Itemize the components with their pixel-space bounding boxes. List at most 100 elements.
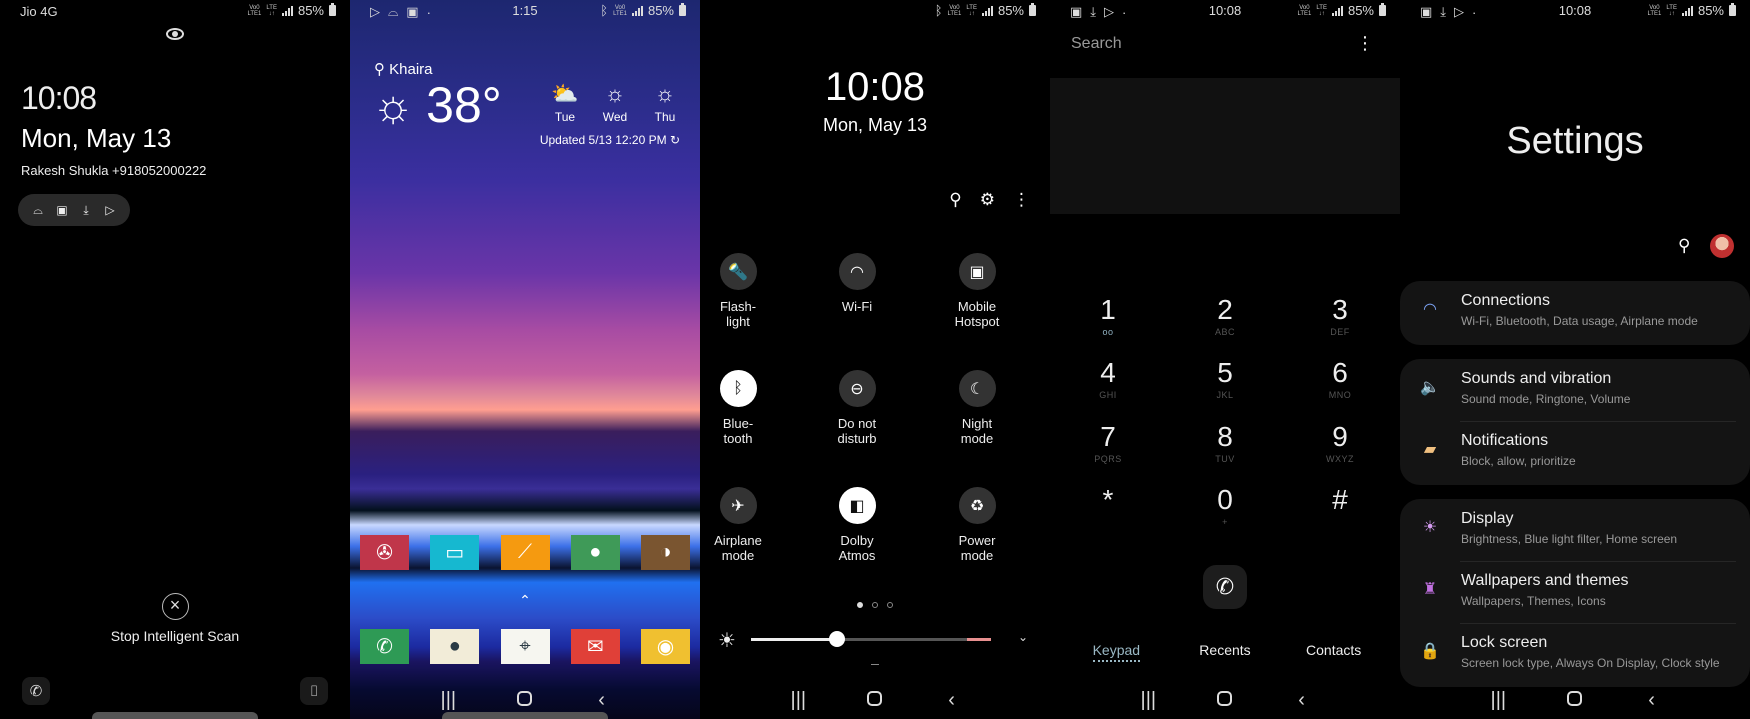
quick-tile[interactable]: ◠ Wi-Fi: [802, 253, 912, 314]
recents-button[interactable]: |||: [1128, 689, 1168, 712]
call-button[interactable]: ✆: [1203, 565, 1247, 609]
weather-location[interactable]: ⚲ Khaira: [374, 60, 433, 78]
key-digit: 3: [1332, 294, 1348, 325]
recents-button[interactable]: |||: [778, 689, 818, 712]
lock-screen-panel: Jio 4G Vo0 LTE1 LTE ↓↑ 85% 10:08 Mon, May …: [0, 0, 350, 719]
quick-tile[interactable]: ᛒ Blue- tooth: [700, 370, 793, 446]
gesture-handle[interactable]: [442, 712, 608, 719]
brightness-slider[interactable]: [751, 631, 991, 647]
dialer-panel: ▣ ⤓ ▷ · 10:08 Vo0 LTE1 LTE ↓↑ 85% Search ⋮…: [1050, 0, 1400, 719]
app-icon-adsense[interactable]: ◑: [641, 535, 690, 570]
settings-item-display[interactable]: ☀ Display Brightness, Blue light filter, H…: [1400, 499, 1750, 561]
settings-item-connections[interactable]: ◠ Connections Wi-Fi, Bluetooth, Data usage…: [1400, 281, 1750, 343]
carrier-label: Jio 4G: [20, 4, 58, 19]
settings-item-wallpapers-and-themes[interactable]: ♜ Wallpapers and themes Wallpapers, Themes…: [1400, 561, 1750, 623]
tab-contacts[interactable]: Contacts: [1284, 642, 1384, 658]
home-button[interactable]: [1555, 689, 1595, 712]
forecast-day: ☼ Thu: [650, 82, 680, 125]
location-label: Khaira: [389, 61, 433, 78]
notification-icons-pill[interactable]: ⌓ ▣ ⤓ ▷: [18, 194, 130, 226]
quick-tile[interactable]: ♻ Power mode: [922, 487, 1032, 563]
weather-updated[interactable]: Updated 5/13 12:20 PM ↻: [540, 133, 680, 147]
app-icon-chrome[interactable]: ◉: [641, 629, 690, 664]
avatar[interactable]: [1710, 234, 1734, 258]
quick-tile[interactable]: ⊖ Do not disturb: [802, 370, 912, 446]
forecast-day: ⛅ Tue: [550, 81, 580, 125]
page-dot[interactable]: [872, 602, 878, 608]
back-button[interactable]: ‹: [1632, 689, 1672, 712]
key-8[interactable]: 8 TUV: [1175, 422, 1275, 465]
quick-tile[interactable]: ▣ Mobile Hotspot: [922, 253, 1032, 329]
gesture-handle[interactable]: [92, 712, 258, 719]
panel-handle[interactable]: [871, 664, 879, 665]
status-bar: ▣ ⤓ ▷ · 10:08 Vo0 LTE1 LTE ↓↑ 85%: [1400, 0, 1750, 24]
recents-button[interactable]: |||: [428, 689, 468, 712]
key-1[interactable]: 1 oo: [1058, 295, 1158, 338]
home-button[interactable]: [505, 689, 545, 712]
navigation-bar: ||| ‹: [350, 685, 700, 715]
recents-button[interactable]: |||: [1478, 689, 1518, 712]
weather-widget[interactable]: ☼ 38°: [372, 78, 502, 132]
app-icon-chat[interactable]: ●: [570, 535, 620, 570]
app-icon-messages[interactable]: ▭: [430, 535, 480, 570]
home-button[interactable]: [855, 689, 895, 712]
key-*[interactable]: *: [1058, 485, 1158, 527]
key-2[interactable]: 2 ABC: [1175, 295, 1275, 338]
battery-icon: [1379, 3, 1386, 16]
app-icon-email[interactable]: ✉: [570, 629, 620, 664]
key-7[interactable]: 7 PQRS: [1058, 422, 1158, 465]
partly-cloudy-icon: ⛅: [551, 81, 579, 106]
status-bar: ᛒ Vo0 LTE1 LTE ↓↑ 85%: [700, 0, 1050, 24]
settings-item-subtitle: Brightness, Blue light filter, Home scre…: [1461, 532, 1678, 546]
key-5[interactable]: 5 JKL: [1175, 358, 1275, 401]
key-9[interactable]: 9 WXYZ: [1290, 422, 1390, 465]
app-icon-camera[interactable]: ●: [430, 629, 480, 664]
search-icon[interactable]: ⚲: [949, 190, 961, 210]
stop-intelligent-scan-button[interactable]: × Stop Intelligent Scan: [0, 593, 350, 644]
back-button[interactable]: ‹: [582, 689, 622, 712]
home-button[interactable]: [1205, 689, 1245, 712]
key-4[interactable]: 4 GHI: [1058, 358, 1158, 401]
app-icon-maps[interactable]: ⌖: [500, 629, 550, 664]
chrome-icon: ◉: [656, 636, 675, 658]
back-button[interactable]: ‹: [932, 689, 972, 712]
key-6[interactable]: 6 MNO: [1290, 357, 1390, 401]
more-options-icon[interactable]: ⋮: [1356, 33, 1374, 54]
page-dot[interactable]: [887, 602, 893, 608]
bluetooth-icon: ᛒ: [600, 3, 609, 18]
search-input[interactable]: Search: [1071, 35, 1122, 53]
key-#[interactable]: #: [1290, 485, 1390, 527]
chevron-down-icon[interactable]: ⌄: [1018, 630, 1028, 644]
brightness-thumb[interactable]: [829, 631, 846, 647]
app-icon-phone[interactable]: ✆: [360, 629, 409, 664]
settings-item-label: Notifications: [1461, 432, 1549, 449]
search-icon[interactable]: ⚲: [1678, 236, 1690, 256]
phone-shortcut-button[interactable]: ✆: [22, 677, 50, 705]
more-options-icon[interactable]: ⋮: [1013, 190, 1030, 210]
signal-icon: [1331, 5, 1343, 16]
settings-item-sounds-and-vibration[interactable]: 🔈 Sounds and vibration Sound mode, Rington…: [1400, 359, 1750, 421]
settings-item-label: Connections: [1461, 292, 1550, 309]
tab-keypad[interactable]: Keypad: [1066, 642, 1166, 662]
back-button[interactable]: ‹: [1282, 689, 1322, 712]
quick-tile[interactable]: ◧ Dolby Atmos: [802, 487, 912, 563]
location-pin-icon: ⚲: [374, 61, 390, 78]
gear-icon[interactable]: ⚙: [980, 190, 995, 210]
settings-item-notifications[interactable]: ▰ Notifications Block, allow, prioritize: [1400, 421, 1750, 483]
key-digit: 6: [1332, 357, 1348, 388]
brightness-icon: ☀: [718, 630, 736, 652]
download-icon: ⤓: [83, 202, 89, 217]
tab-recents[interactable]: Recents: [1175, 642, 1275, 658]
camera-shortcut-button[interactable]: ⌷: [300, 677, 328, 705]
quick-tile[interactable]: 🔦 Flash- light: [700, 253, 793, 329]
key-3[interactable]: 3 DEF: [1290, 294, 1390, 338]
app-drawer-chevron-icon[interactable]: ⌃: [350, 592, 700, 609]
key-0[interactable]: 0 +: [1175, 485, 1275, 528]
navigation-bar: ||| ‹: [1400, 685, 1750, 715]
page-dot[interactable]: [857, 602, 863, 608]
quick-tile[interactable]: ☾ Night mode: [922, 370, 1032, 446]
app-icon-mercedes[interactable]: ✇: [360, 535, 409, 570]
settings-item-lock-screen[interactable]: 🔒 Lock screen Screen lock type, Always On …: [1400, 623, 1750, 685]
app-icon-analytics[interactable]: ⟋: [500, 535, 550, 570]
quick-tile[interactable]: ✈ Airplane mode: [700, 487, 793, 563]
